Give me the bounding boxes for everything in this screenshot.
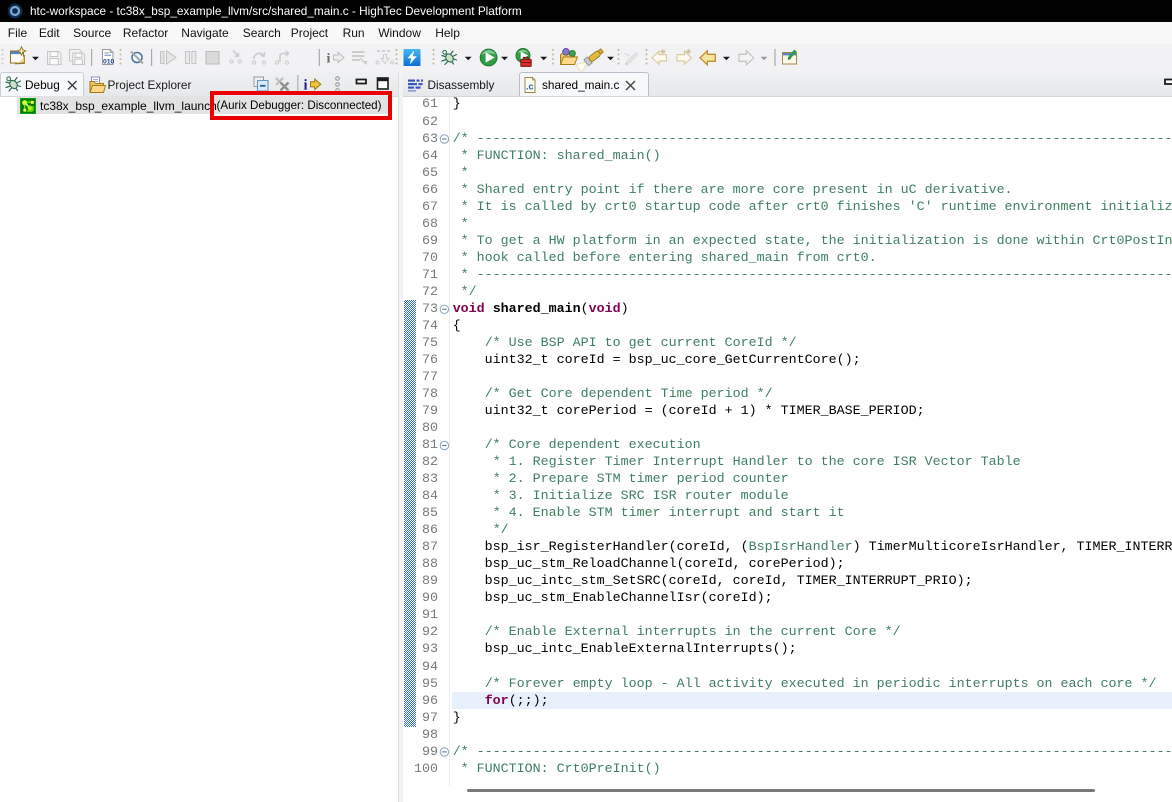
- svg-text:.c: .c: [526, 82, 534, 92]
- svg-text:010: 010: [103, 58, 115, 65]
- svg-text:i: i: [327, 52, 331, 67]
